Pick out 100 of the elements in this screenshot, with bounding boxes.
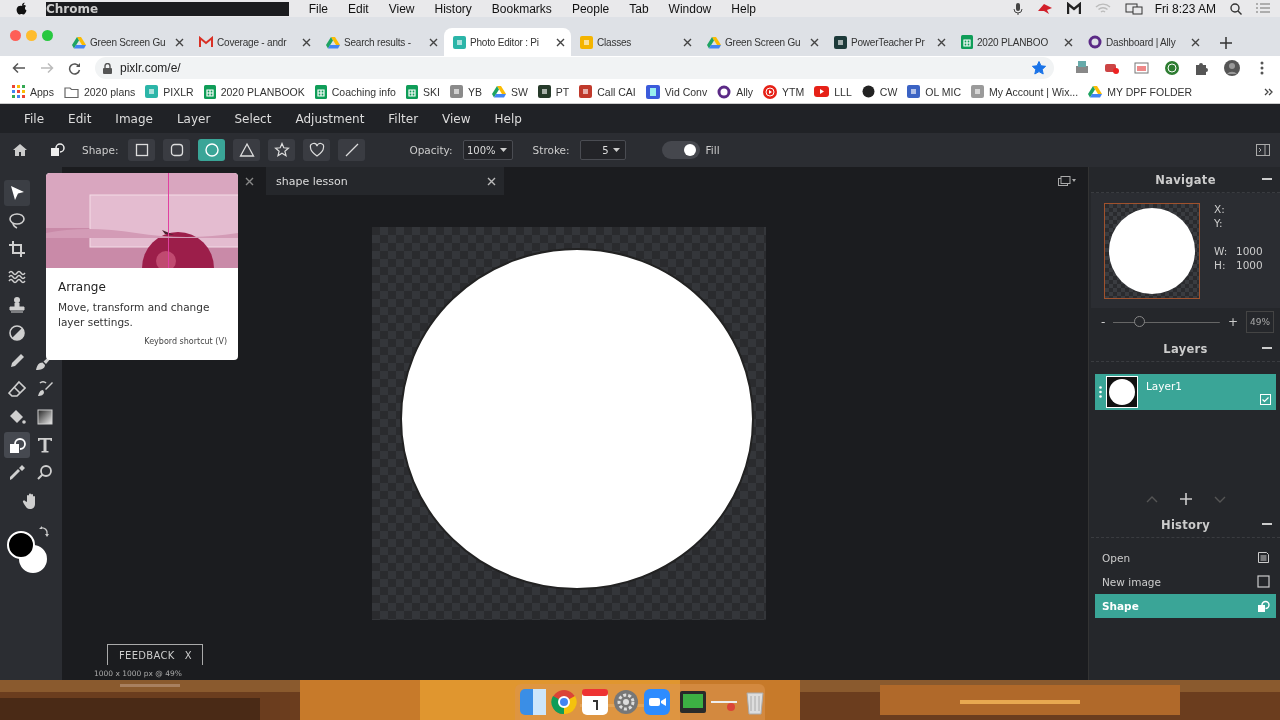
menu-item[interactable]: File [308,1,328,16]
m-shield-icon[interactable] [1066,2,1081,15]
bookmark[interactable]: SKI [405,84,440,99]
close-icon[interactable] [302,37,311,47]
panel-toggle-icon[interactable] [1256,144,1270,156]
menu-item[interactable]: Adjustment [295,111,365,126]
fill-toggle[interactable] [661,141,700,159]
menu-item[interactable]: View [442,111,471,126]
browser-tab[interactable]: Photo Editor : Pi [444,28,571,56]
zoom-in-button[interactable]: + [1227,315,1238,329]
tool-button[interactable] [4,432,30,458]
foreground-color-swatch[interactable] [7,531,35,559]
close-icon[interactable] [556,37,565,47]
monitor-icon[interactable] [680,689,706,715]
plus-icon[interactable] [1220,37,1232,49]
windows-icon[interactable] [1058,176,1076,186]
circle-icon[interactable] [1164,60,1180,76]
opacity-dropdown[interactable]: 100% [462,140,513,160]
gear-icon[interactable] [613,689,639,715]
calendar-icon[interactable] [582,689,608,715]
bookmark[interactable]: Ally [717,84,754,99]
history-step[interactable]: New image [1095,570,1276,594]
document-tab[interactable]: shape lesson [266,167,504,195]
chevron-icon[interactable] [1264,87,1274,96]
zoom-out-button[interactable]: - [1101,315,1106,329]
shape-option-button[interactable] [163,139,191,161]
bookmark[interactable]: Coaching info [314,84,396,99]
browser-tab[interactable]: 2020 PLANBOO [952,28,1079,56]
shape-option-button[interactable] [268,139,296,161]
shape-option-button[interactable] [303,139,331,161]
browser-tab[interactable]: PowerTeacher Pr [825,28,952,56]
menu-item[interactable]: Image [115,111,153,126]
bookmark[interactable]: SW [491,85,528,98]
browser-tab[interactable]: Coverage - andr [190,28,317,56]
bookmark[interactable]: YB [449,85,482,98]
bookmark[interactable]: PT [537,85,570,98]
bookmark[interactable]: OL MIC [907,85,962,98]
menu-item[interactable]: People [571,1,610,16]
close-icon[interactable] [429,37,438,47]
document-canvas[interactable] [372,227,766,620]
swap-icon[interactable] [39,526,49,538]
video-camera-icon[interactable] [644,689,670,715]
menu-item[interactable]: Filter [388,111,419,126]
menu-item[interactable]: File [24,111,45,126]
search-icon[interactable] [1230,2,1242,15]
window-icon[interactable] [520,689,546,715]
shape-icon[interactable] [48,141,66,159]
close-icon[interactable] [487,176,496,186]
menu-app-name[interactable]: Chrome [46,1,289,16]
browser-tab[interactable]: Green Screen Gu [698,28,825,56]
stroke-dropdown[interactable]: 5 [579,140,626,160]
printer-icon[interactable] [1074,60,1090,76]
browser-tab[interactable]: Dashboard | Ally [1079,28,1206,56]
display-icon[interactable] [1124,2,1143,15]
close-icon[interactable] [1064,37,1073,47]
avatar-icon[interactable] [1224,60,1240,76]
browser-tab[interactable]: Green Screen Gu [63,28,190,56]
bookmark[interactable]: Call CAI [579,85,636,98]
home-icon[interactable] [12,143,28,157]
close-icon[interactable] [175,37,184,47]
browser-tab[interactable]: Search results - [317,28,444,56]
bookmark[interactable]: 2020 plans [63,85,136,98]
shape-option-button[interactable] [233,139,261,161]
bookmark[interactable]: YTM [763,84,805,99]
slider-thumb[interactable] [1133,316,1145,327]
close-icon[interactable] [683,37,692,47]
apple-icon[interactable] [16,1,28,16]
shape-option-button[interactable] [128,139,156,161]
star-icon[interactable] [1032,61,1046,75]
close-icon[interactable] [937,37,946,47]
menu-item[interactable]: Help [494,111,522,126]
microphone-icon[interactable] [1012,2,1023,15]
close-icon[interactable] [245,176,254,186]
back-icon[interactable] [12,62,26,74]
menu-item[interactable]: Edit [68,111,92,126]
menu-item[interactable]: Tab [629,1,649,16]
shape-option-button[interactable] [198,139,226,161]
bookmark[interactable]: My Account | Wix... [971,85,1079,98]
bookmark[interactable]: 2020 PLANBOOK [203,84,305,99]
bookmark[interactable]: MY DPF FOLDER [1088,85,1193,98]
bookmark[interactable]: Vid Conv [645,84,708,99]
bookmark[interactable]: LLL [814,85,852,98]
close-icon[interactable] [810,37,819,47]
menu-item[interactable]: History [434,1,472,16]
drag-handle-icon[interactable] [1099,386,1102,398]
close-icon[interactable] [1191,37,1200,47]
menu-item[interactable]: Window [668,1,712,16]
browser-tab[interactable]: Classes [571,28,698,56]
menu-item[interactable]: Help [731,1,756,16]
menu-item[interactable]: Select [234,111,272,126]
bookmark[interactable]: Apps [12,85,54,98]
zoom-field[interactable]: 49% [1246,311,1274,333]
checkbox[interactable] [1260,394,1271,405]
menu-item[interactable]: Bookmarks [491,1,552,16]
feedback-button[interactable]: FEEDBACK X [107,644,203,665]
puzzle-icon[interactable] [1194,60,1210,76]
tool-button[interactable] [4,180,30,206]
menu-item[interactable]: View [388,1,415,16]
address-bar[interactable]: pixlr.com/e/ [95,57,1054,79]
browser-icon[interactable] [551,689,577,715]
